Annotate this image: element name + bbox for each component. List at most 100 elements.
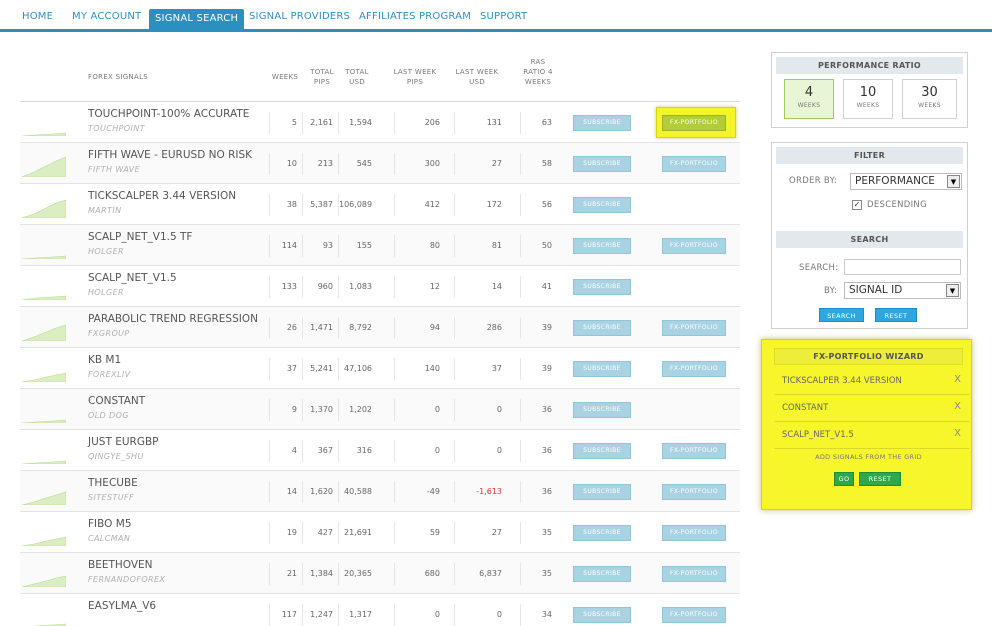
remove-icon[interactable]: X (954, 401, 961, 412)
fx-portfolio-button[interactable]: FX-PORTFOLIO (662, 607, 726, 623)
cell-lw-pips: -49 (394, 481, 444, 503)
signal-name[interactable]: FIFTH WAVE - EURUSD NO RISK (88, 149, 252, 161)
cell-lw-pips: 140 (394, 358, 444, 380)
fx-portfolio-button[interactable]: FX-PORTFOLIO (662, 484, 726, 500)
signal-provider[interactable]: MARTIN (88, 206, 122, 215)
nav-signal-providers[interactable]: SIGNAL PROVIDERS (249, 11, 350, 22)
fx-portfolio-button[interactable]: FX-PORTFOLIO (662, 115, 726, 131)
remove-icon[interactable]: X (954, 374, 961, 385)
fx-portfolio-button[interactable]: FX-PORTFOLIO (662, 566, 726, 582)
search-input[interactable] (844, 259, 961, 275)
sparkline-chart (22, 324, 66, 341)
table-row: PARABOLIC TREND REGRESSION FXGROUP 26 1,471… (20, 307, 740, 348)
subscribe-button[interactable]: SUBSCRIBE (573, 525, 631, 541)
signal-name[interactable]: JUST EURGBP (88, 436, 159, 448)
subscribe-button[interactable]: SUBSCRIBE (573, 607, 631, 623)
cell-ras: 63 (520, 112, 556, 134)
nav-signal-search[interactable]: SIGNAL SEARCH (149, 9, 245, 32)
cell-total-pips: 2,161 (302, 112, 337, 134)
header-total-pips: TOTAL PIPS (310, 68, 334, 86)
cell-lw-pips: 12 (394, 276, 444, 298)
signal-name[interactable]: CONSTANT (88, 395, 145, 407)
signal-name[interactable]: TOUCHPOINT-100% ACCURATE (88, 108, 249, 120)
signal-name[interactable]: FIBO M5 (88, 518, 132, 530)
nav-my-account[interactable]: MY ACCOUNT (72, 11, 141, 22)
remove-icon[interactable]: X (954, 428, 961, 439)
search-by-select[interactable]: SIGNAL ID ▼ (844, 282, 961, 299)
signal-provider[interactable]: TOUCHPOINT (88, 124, 145, 133)
subscribe-button[interactable]: SUBSCRIBE (573, 566, 631, 582)
sparkline-chart (22, 372, 66, 382)
wizard-item-name: CONSTANT (782, 403, 829, 413)
signal-provider[interactable]: HOLGER (88, 288, 124, 297)
wizard-go-button[interactable]: GO (834, 472, 854, 486)
search-button[interactable]: SEARCH (819, 308, 864, 322)
subscribe-button[interactable]: SUBSCRIBE (573, 443, 631, 459)
cell-ras: 58 (520, 153, 556, 175)
signal-name[interactable]: EASYLMA_V6 (88, 600, 156, 612)
order-by-select[interactable]: PERFORMANCE ▼ (850, 173, 962, 190)
search-by-value: SIGNAL ID (849, 284, 903, 296)
signal-provider[interactable]: FXGROUP (88, 329, 130, 338)
signal-name[interactable]: BEETHOVEN (88, 559, 153, 571)
performance-ratio-title: PERFORMANCE RATIO (776, 57, 963, 74)
ratio-value: 10 (859, 85, 877, 100)
cell-total-usd: 106,089 (338, 194, 376, 216)
subscribe-button[interactable]: SUBSCRIBE (573, 484, 631, 500)
subscribe-button[interactable]: SUBSCRIBE (573, 238, 631, 254)
sparkline-area (22, 324, 66, 341)
ratio-label: WEEKS (856, 102, 880, 109)
cell-lw-usd: 37 (454, 358, 506, 380)
subscribe-button[interactable]: SUBSCRIBE (573, 115, 631, 131)
ratio-10-weeks[interactable]: 10 WEEKS (843, 79, 893, 119)
fx-portfolio-button[interactable]: FX-PORTFOLIO (662, 361, 726, 377)
sparkline-chart (22, 460, 66, 464)
header-ras-ratio: RAS RATIO 4 WEEKS (523, 58, 553, 86)
signal-name[interactable]: SCALP_NET_V1.5 TF (88, 231, 192, 243)
signal-name[interactable]: TICKSCALPER 3.44 VERSION (88, 190, 236, 202)
nav-home[interactable]: HOME (22, 11, 53, 22)
cell-weeks: 19 (269, 522, 301, 544)
signal-provider[interactable]: SITESTUFF (88, 493, 134, 502)
fx-portfolio-button[interactable]: FX-PORTFOLIO (662, 320, 726, 336)
cell-total-pips: 1,247 (302, 604, 337, 626)
signal-provider[interactable]: FERNANDOFOREX (88, 575, 165, 584)
signal-provider[interactable]: CALCMAN (88, 534, 130, 543)
signal-provider[interactable]: QINGYE_SHU (88, 452, 144, 461)
search-reset-button[interactable]: RESET (875, 308, 917, 322)
header-forex-signals: FOREX SIGNALS (88, 73, 149, 81)
descending-checkbox[interactable]: ✓ (852, 200, 862, 210)
signal-name[interactable]: THECUBE (88, 477, 138, 489)
nav-affiliates-program[interactable]: AFFILIATES PROGRAM (359, 11, 471, 22)
wizard-reset-button[interactable]: RESET (859, 472, 901, 486)
signal-provider[interactable]: FIFTH WAVE (88, 165, 140, 174)
signal-name[interactable]: SCALP_NET_V1.5 (88, 272, 177, 284)
sparkline-chart (22, 419, 66, 423)
subscribe-button[interactable]: SUBSCRIBE (573, 361, 631, 377)
cell-lw-usd: 27 (454, 522, 506, 544)
ratio-30-weeks[interactable]: 30 WEEKS (902, 79, 957, 119)
fx-portfolio-button[interactable]: FX-PORTFOLIO (662, 443, 726, 459)
fx-portfolio-button[interactable]: FX-PORTFOLIO (662, 156, 726, 172)
signal-provider[interactable]: HOLGER (88, 247, 124, 256)
sparkline-area (22, 536, 66, 546)
fx-portfolio-wizard: FX-PORTFOLIO WIZARD TICKSCALPER 3.44 VER… (761, 339, 972, 510)
sparkline-chart (33, 623, 66, 626)
signal-name[interactable]: KB M1 (88, 354, 121, 366)
nav-support[interactable]: SUPPORT (480, 11, 527, 22)
subscribe-button[interactable]: SUBSCRIBE (573, 156, 631, 172)
fx-portfolio-button[interactable]: FX-PORTFOLIO (662, 525, 726, 541)
fx-portfolio-button[interactable]: FX-PORTFOLIO (662, 238, 726, 254)
subscribe-button[interactable]: SUBSCRIBE (573, 402, 631, 418)
signal-name[interactable]: PARABOLIC TREND REGRESSION (88, 313, 258, 325)
ratio-4-weeks[interactable]: 4 WEEKS (784, 79, 834, 119)
signal-provider[interactable]: OLD DOG (88, 411, 129, 420)
sparkline-chart (22, 156, 66, 177)
subscribe-button[interactable]: SUBSCRIBE (573, 197, 631, 213)
performance-ratio-panel: PERFORMANCE RATIO 4 WEEKS 10 WEEKS 30 WE… (771, 52, 968, 128)
table-row: THECUBE SITESTUFF 14 1,620 40,588 -49 -1,613 36… (20, 471, 740, 512)
cell-weeks: 5 (269, 112, 301, 134)
subscribe-button[interactable]: SUBSCRIBE (573, 279, 631, 295)
signal-provider[interactable]: FOREXLIV (88, 370, 130, 379)
subscribe-button[interactable]: SUBSCRIBE (573, 320, 631, 336)
